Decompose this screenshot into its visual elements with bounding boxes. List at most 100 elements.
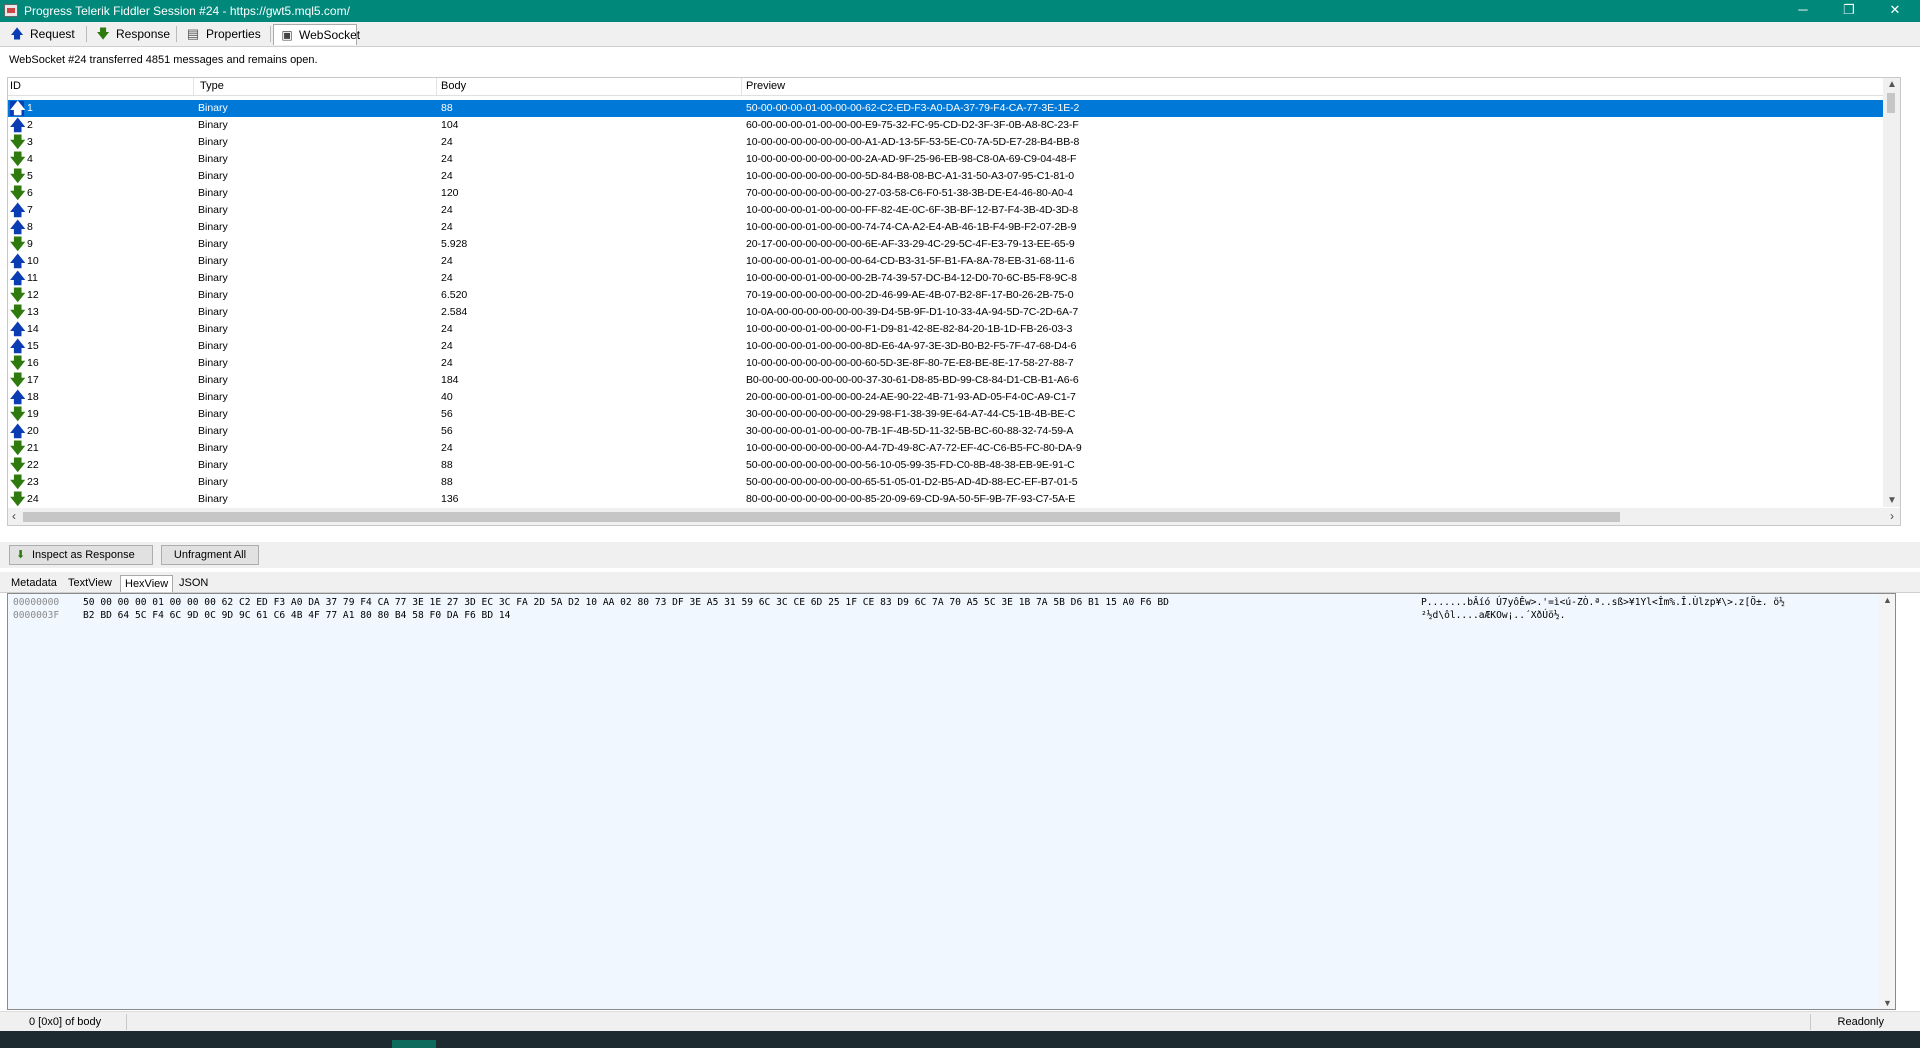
message-id: 24 [27,493,39,505]
message-id: 8 [27,221,33,233]
column-divider[interactable] [193,78,194,95]
tab-json[interactable]: JSON [175,575,212,592]
tab-properties[interactable]: ▤ Properties [180,24,268,45]
table-row[interactable]: 🡅 8 Binary 24 10-00-00-00-01-00-00-00-74-74-… [8,219,1900,236]
hex-ascii[interactable]: P.......bÂíó Ú7yôÊw>.'=ì<ú-ZÒ.ª..sß>¥1Yl… [1421,597,1785,608]
message-body-size: 24 [441,323,453,335]
table-row[interactable]: 🡅 20 Binary 56 30-00-00-00-01-00-00-00-7B-1F… [8,423,1900,440]
message-type: Binary [198,459,228,471]
message-preview: 20-00-00-00-01-00-00-00-24-AE-90-22-4B-7… [746,391,1076,403]
table-row[interactable]: 🡇 3 Binary 24 10-00-00-00-00-00-00-00-A1-AD-… [8,134,1900,151]
grid-vertical-scrollbar[interactable]: ▲ ▼ [1883,78,1900,507]
table-row[interactable]: 🡅 2 Binary 104 60-00-00-00-01-00-00-00-E9-75… [8,117,1900,134]
scroll-up-icon[interactable]: ▲ [1883,595,1892,605]
table-row[interactable]: 🡇 24 Binary 136 80-00-00-00-00-00-00-00-85-2… [8,491,1900,508]
minimize-button[interactable]: ─ [1780,0,1826,22]
tab-hexview[interactable]: HexView [120,575,174,592]
hex-offset: 0000003F [13,610,60,621]
message-preview: 50-00-00-00-00-00-00-00-65-51-05-01-D2-B… [746,476,1078,488]
scroll-down-icon[interactable]: ▼ [1883,998,1892,1008]
message-type: Binary [198,102,228,114]
tab-textview[interactable]: TextView [64,575,116,592]
table-row[interactable]: 🡅 14 Binary 24 10-00-00-00-01-00-00-00-F1-D9… [8,321,1900,338]
message-body-size: 24 [441,204,453,216]
tab-websocket[interactable]: ▣ WebSocket [273,24,360,45]
table-row[interactable]: 🡅 7 Binary 24 10-00-00-00-01-00-00-00-FF-82-… [8,202,1900,219]
message-type: Binary [198,357,228,369]
table-row[interactable]: 🡇 17 Binary 184 B0-00-00-00-00-00-00-00-37-3… [8,372,1900,389]
table-row[interactable]: 🡇 9 Binary 5.928 20-17-00-00-00-00-00-00-6E-… [8,236,1900,253]
table-row[interactable]: 🡇 4 Binary 24 10-00-00-00-00-00-00-00-2A-AD-… [8,151,1900,168]
inspect-as-response-button[interactable]: ⬇ Inspect as Response [9,545,153,565]
table-row[interactable]: 🡇 22 Binary 88 50-00-00-00-00-00-00-00-56-10… [8,457,1900,474]
column-header-preview[interactable]: Preview [746,80,785,92]
messages-grid[interactable]: ID Type Body Preview 🡅 1 Binary 88 50-00-00-… [7,77,1901,526]
message-body-size: 24 [441,255,453,267]
column-header-id[interactable]: ID [10,80,21,92]
message-id: 20 [27,425,39,437]
table-row[interactable]: 🡇 23 Binary 88 50-00-00-00-00-00-00-00-65-51… [8,474,1900,491]
up-arrow-icon: 🡅 [10,202,26,219]
scroll-thumb[interactable] [1887,93,1895,113]
table-row[interactable]: 🡅 18 Binary 40 20-00-00-00-01-00-00-00-24-AE… [8,389,1900,406]
message-preview: 30-00-00-00-01-00-00-00-7B-1F-4B-5D-11-3… [746,425,1074,437]
column-header-body[interactable]: Body [441,80,466,92]
scroll-right-icon[interactable]: › [1890,509,1894,523]
scroll-down-icon[interactable]: ▼ [1887,495,1897,506]
tab-request[interactable]: 🡅 Request [4,24,84,45]
table-row[interactable]: 🡅 15 Binary 24 10-00-00-00-01-00-00-00-8D-E6… [8,338,1900,355]
table-row[interactable]: 🡅 1 Binary 88 50-00-00-00-01-00-00-00-62-C2-… [8,100,1899,117]
restore-button[interactable]: ❐ [1826,0,1872,22]
table-row[interactable]: 🡇 16 Binary 24 10-00-00-00-00-00-00-00-60-5D… [8,355,1900,372]
message-id: 10 [27,255,39,267]
message-type: Binary [198,323,228,335]
grid-header: ID Type Body Preview [8,78,1900,96]
taskbar [0,1031,1920,1048]
unfragment-all-button[interactable]: Unfragment All [161,545,259,565]
tab-metadata[interactable]: Metadata [7,575,61,592]
close-button[interactable]: ✕ [1872,0,1918,22]
column-header-type[interactable]: Type [200,80,224,92]
message-preview: 10-00-00-00-01-00-00-00-F1-D9-81-42-8E-8… [746,323,1073,335]
message-view-tabs: Metadata TextView HexView JSON [0,572,1920,593]
message-type: Binary [198,408,228,420]
hex-ascii[interactable]: ²½d\ôl....aÆKOw¡..´XðÚö½. [1421,610,1565,621]
table-row[interactable]: 🡇 21 Binary 24 10-00-00-00-00-00-00-00-A4-7D… [8,440,1900,457]
message-id: 9 [27,238,33,250]
column-divider[interactable] [741,78,742,95]
hex-bytes[interactable]: 50 00 00 00 01 00 00 00 62 C2 ED F3 A0 D… [83,597,1169,608]
message-type: Binary [198,425,228,437]
down-arrow-icon: 🡇 [10,151,26,168]
scroll-left-icon[interactable]: ‹ [12,509,16,523]
message-id: 21 [27,442,39,454]
hex-view-panel[interactable]: 00000000 50 00 00 00 01 00 00 00 62 C2 E… [7,593,1896,1010]
table-row[interactable]: 🡇 6 Binary 120 70-00-00-00-00-00-00-00-27-03… [8,185,1900,202]
hex-bytes[interactable]: B2 BD 64 5C F4 6C 9D 0C 9D 9C 61 C6 4B 4… [83,610,510,621]
message-body-size: 24 [441,221,453,233]
grid-horizontal-scrollbar[interactable]: ‹ › [8,508,1900,525]
table-row[interactable]: 🡇 19 Binary 56 30-00-00-00-00-00-00-00-29-98… [8,406,1900,423]
up-arrow-icon: 🡅 [10,321,26,338]
hex-vertical-scrollbar[interactable]: ▲ ▼ [1879,594,1895,1009]
column-divider[interactable] [436,78,437,95]
table-row[interactable]: 🡇 5 Binary 24 10-00-00-00-00-00-00-00-5D-84-… [8,168,1900,185]
down-arrow-icon: 🡇 [10,304,26,321]
tab-response[interactable]: 🡇 Response [90,24,174,45]
up-arrow-icon: 🡅 [10,270,26,287]
taskbar-active-app[interactable] [392,1040,436,1048]
table-row[interactable]: 🡅 10 Binary 24 10-00-00-00-01-00-00-00-64-CD… [8,253,1900,270]
message-type: Binary [198,289,228,301]
message-preview: 60-00-00-00-01-00-00-00-E9-75-32-FC-95-C… [746,119,1079,131]
message-body-size: 24 [441,357,453,369]
message-preview: 10-00-00-00-00-00-00-00-A1-AD-13-5F-53-5… [746,136,1080,148]
message-id: 14 [27,323,39,335]
table-row[interactable]: 🡅 11 Binary 24 10-00-00-00-01-00-00-00-2B-74… [8,270,1900,287]
table-row[interactable]: 🡇 13 Binary 2.584 10-0A-00-00-00-00-00-00-39… [8,304,1900,321]
down-arrow-icon: 🡇 [10,491,26,508]
scroll-thumb[interactable] [23,512,1620,522]
scroll-up-icon[interactable]: ▲ [1887,79,1897,90]
message-body-size: 5.928 [441,238,468,250]
websocket-icon: ▣ [281,28,293,42]
table-row[interactable]: 🡇 12 Binary 6.520 70-19-00-00-00-00-00-00-2D… [8,287,1900,304]
down-arrow-icon: 🡇 [10,287,26,304]
